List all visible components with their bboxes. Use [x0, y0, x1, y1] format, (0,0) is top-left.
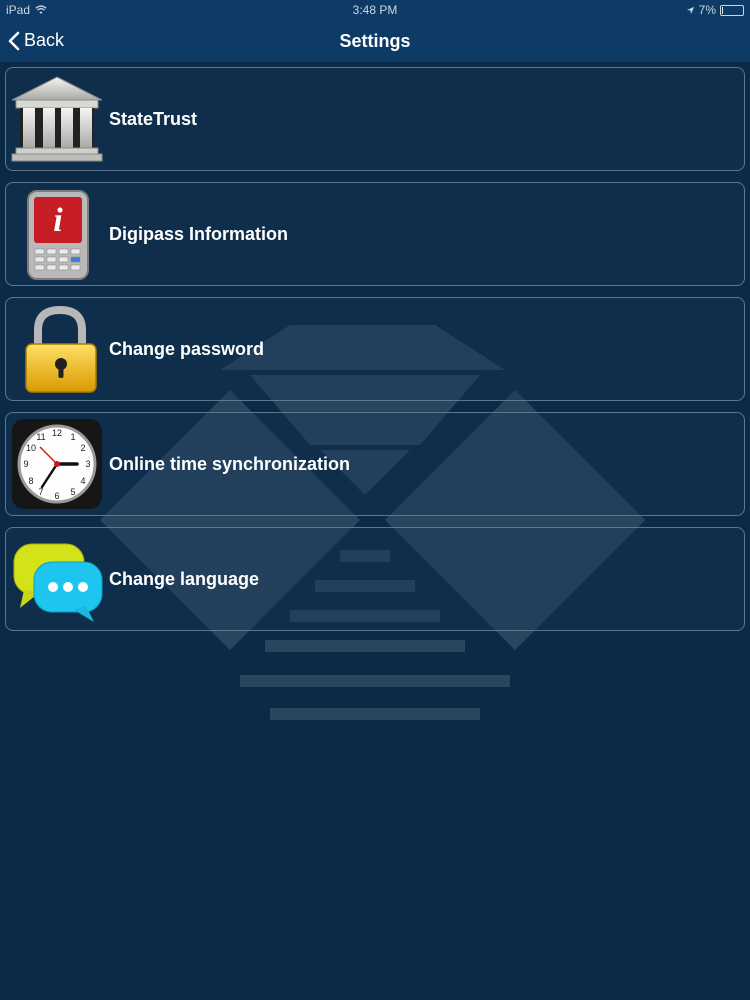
settings-item-label: Online time synchronization: [109, 454, 351, 474]
svg-text:7: 7: [38, 487, 43, 497]
settings-item-change-language[interactable]: Change language: [5, 527, 745, 631]
chat-bubbles-icon: [10, 532, 104, 626]
settings-item-label: StateTrust: [109, 109, 198, 129]
svg-text:i: i: [53, 202, 63, 239]
svg-text:8: 8: [28, 476, 33, 486]
settings-item-label: Change language: [109, 569, 260, 589]
svg-text:12: 12: [52, 428, 62, 438]
clock-icon: 12 3 6 9 1245 7 8 10 11: [10, 417, 104, 511]
settings-item-change-password[interactable]: Change password: [5, 297, 745, 401]
location-arrow-icon: [686, 6, 694, 14]
svg-text:1: 1: [70, 432, 75, 442]
settings-item-time-sync[interactable]: 12 3 6 9 1245 7 8 10 11 Online time synchroniz…: [5, 412, 745, 516]
svg-text:9: 9: [23, 459, 28, 469]
status-right: 7%: [686, 3, 744, 17]
padlock-icon: [10, 302, 104, 396]
svg-text:10: 10: [26, 443, 36, 453]
settings-item-label: Digipass Information: [109, 224, 289, 244]
svg-text:2: 2: [80, 443, 85, 453]
settings-item-statetrust[interactable]: StateTrust: [5, 67, 745, 171]
digipass-info-icon: i: [10, 187, 104, 281]
status-time: 3:48 PM: [352, 3, 398, 17]
svg-text:4: 4: [80, 476, 85, 486]
battery-percent: 7%: [698, 3, 716, 17]
nav-bar: Back Settings: [0, 20, 750, 63]
page-title: Settings: [339, 31, 411, 51]
settings-list: StateTrust i Digipass Information Change…: [5, 67, 745, 642]
svg-text:3: 3: [85, 459, 90, 469]
svg-text:5: 5: [70, 487, 75, 497]
status-bar: iPad 3:48 PM 7%: [0, 0, 750, 20]
settings-item-digipass[interactable]: i Digipass Information: [5, 182, 745, 286]
settings-item-label: Change password: [109, 339, 265, 359]
bank-building-icon: [10, 72, 104, 166]
svg-text:6: 6: [54, 491, 59, 501]
battery-icon: [720, 4, 744, 16]
svg-text:11: 11: [36, 432, 45, 442]
